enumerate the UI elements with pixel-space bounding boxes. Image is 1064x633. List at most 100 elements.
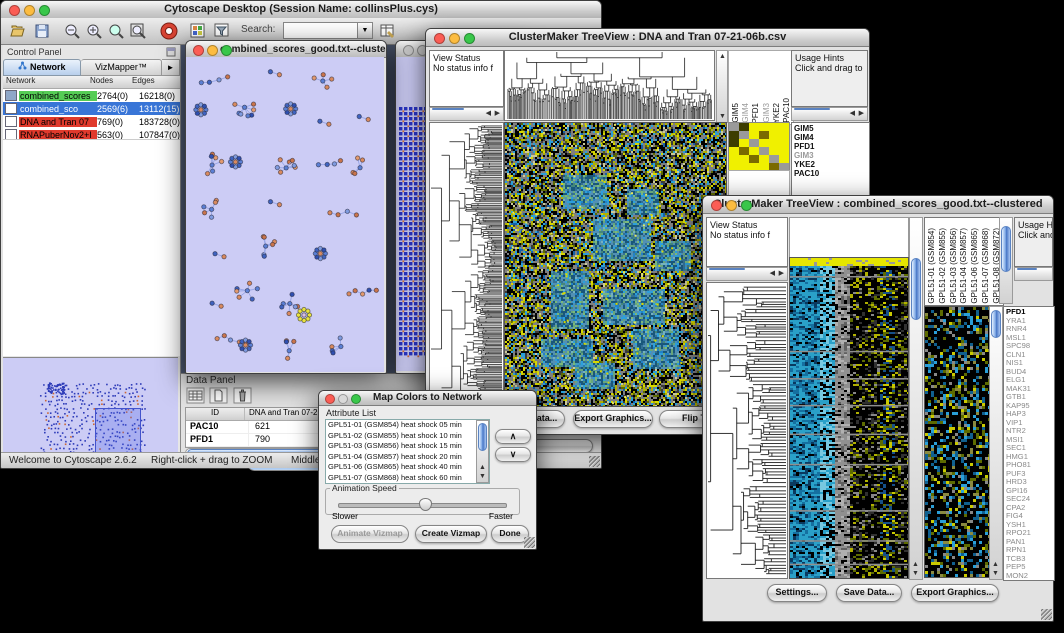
usage-hints-hscroll-2[interactable] (1014, 267, 1053, 281)
gene-dendrogram-2[interactable] (706, 282, 788, 579)
matrix-cell (739, 123, 749, 131)
dialog-title: Map Colors to Network (373, 392, 482, 403)
network-list-row[interactable]: DNA and Tran 07769(0)183728(0) (3, 115, 180, 128)
gene-label[interactable]: GIM3 (794, 151, 869, 160)
heatmap-main-1[interactable] (504, 122, 727, 407)
close-icon[interactable] (434, 33, 445, 44)
move-down-button[interactable]: ∨ (495, 447, 531, 462)
treeview-combined-titlebar[interactable]: ClusterMaker TreeView : combined_scores_… (703, 196, 1053, 214)
create-vizmap-button[interactable]: Create Vizmap (415, 525, 487, 543)
minimize-icon[interactable] (449, 33, 460, 44)
attribute-list-item[interactable]: GPL51-06 (GSM865) heat shock 40 min (328, 462, 489, 473)
col-header-id[interactable]: ID (186, 408, 245, 420)
view-status-hscroll-2[interactable]: ◀▶ (706, 267, 788, 281)
attribute-list[interactable]: GPL51-01 (GSM854) heat shock 05 minGPL51… (325, 419, 490, 484)
gene-label[interactable]: MON2 (1006, 572, 1054, 581)
usage-hints-hscroll[interactable]: ◀▶ (791, 107, 868, 121)
matrix-cell (749, 131, 759, 139)
zoom-out-icon[interactable] (63, 22, 81, 40)
speed-slider-thumb[interactable] (419, 498, 432, 511)
close-icon[interactable] (9, 5, 20, 16)
minimize-icon[interactable] (726, 200, 737, 211)
attribute-list-item[interactable]: GPL51-02 (GSM855) heat shock 10 min (328, 431, 489, 442)
heatmap-main-2[interactable] (789, 257, 909, 579)
close-icon[interactable] (193, 45, 204, 56)
cell-id: PFD1 (186, 434, 249, 446)
close-icon[interactable] (711, 200, 722, 211)
animate-vizmap-button[interactable]: Animate Vizmap (331, 525, 409, 543)
tab-network[interactable]: Network (3, 59, 81, 76)
network-nodes-count: 769(0) (97, 117, 139, 127)
data-panel-hscroll-right[interactable] (531, 439, 593, 453)
zoom-selected-icon[interactable] (107, 22, 125, 40)
new-attribute-icon[interactable] (209, 387, 228, 404)
export-graphics-button-2[interactable]: Export Graphics... (911, 584, 999, 602)
resize-grip[interactable] (589, 456, 600, 467)
network-overview[interactable] (3, 357, 178, 460)
export-graphics-button[interactable]: Export Graphics... (573, 410, 653, 428)
zoom-window-icon[interactable] (221, 45, 232, 56)
save-data-button-2[interactable]: Save Data... (836, 584, 902, 602)
attribute-list-item[interactable]: GPL51-07 (GSM868) heat shock 60 min (328, 473, 489, 484)
summary-matrix[interactable] (728, 122, 790, 172)
float-panel-icon[interactable] (166, 47, 176, 57)
save-session-icon[interactable] (33, 22, 51, 40)
minimize-icon[interactable] (24, 5, 35, 16)
select-attributes-icon[interactable] (186, 387, 205, 404)
minimize-icon[interactable] (207, 45, 218, 56)
attribute-list-item[interactable]: GPL51-01 (GSM854) heat shock 05 min (328, 420, 489, 431)
zoom-window-icon[interactable] (39, 5, 50, 16)
zoom-window-icon[interactable] (464, 33, 475, 44)
treeview-resize-grip[interactable] (1041, 609, 1052, 620)
network-canvas[interactable] (186, 57, 384, 372)
slower-label: Slower (332, 511, 358, 521)
view-status-hscroll[interactable]: ◀▶ (429, 107, 504, 121)
settings-button[interactable]: Settings... (767, 584, 827, 602)
gene-label[interactable]: YKE2 (794, 160, 869, 169)
zoom-window-icon[interactable] (741, 200, 752, 211)
column-label: GPL51-03 (GSM856) (949, 228, 958, 304)
matrix-cell (739, 139, 749, 147)
table-icon[interactable] (379, 22, 397, 40)
matrix-cell (779, 139, 789, 147)
help-lifering-icon[interactable] (159, 21, 179, 41)
tab-vizmapper[interactable]: VizMapper™ (81, 59, 162, 76)
gene-label[interactable]: GIM5 (794, 124, 869, 133)
open-file-icon[interactable] (9, 22, 27, 40)
gene-dendrogram-1[interactable] (429, 122, 504, 433)
usage-hints-panel-2: Usage HintsClick and drag to (1014, 217, 1053, 267)
gene-label[interactable]: PAC10 (794, 169, 869, 178)
attribute-list-vscroll[interactable]: ▲▼ (476, 420, 489, 483)
zoom-fit-icon[interactable] (129, 22, 147, 40)
gene-label[interactable]: GIM4 (794, 133, 869, 142)
close-icon[interactable] (325, 394, 335, 404)
network-view-titlebar[interactable]: combined_scores_good.txt--cluste... (186, 41, 386, 58)
zoom-window-icon[interactable] (351, 394, 361, 404)
attribute-list-item[interactable]: GPL51-03 (GSM856) heat shock 15 min (328, 441, 489, 452)
close-icon[interactable] (403, 45, 414, 56)
heatmap-secondary-2[interactable] (924, 306, 990, 578)
tab-overflow-arrow-icon[interactable]: ► (162, 59, 180, 76)
gene-label[interactable]: PFD1 (794, 142, 869, 151)
vizmap-icon[interactable] (189, 22, 207, 40)
zoom-in-icon[interactable] (85, 22, 103, 40)
search-dropdown-icon[interactable]: ▼ (357, 22, 373, 39)
filter-icon[interactable] (213, 22, 231, 40)
heatmap-vscroll-2[interactable]: ▲▼ (909, 217, 923, 580)
column-labels-vscroll[interactable] (999, 217, 1013, 304)
dialog-resize-grip[interactable] (524, 537, 535, 548)
main-titlebar[interactable]: Cytoscape Desktop (Session Name: collins… (1, 1, 601, 19)
network-list-row[interactable]: combined_scores2764(0)16218(0) (3, 89, 180, 102)
column-label: GPL51-02 (GSM855) (938, 228, 947, 304)
search-input[interactable] (283, 22, 361, 39)
delete-attribute-icon[interactable] (233, 387, 252, 404)
attribute-list-item[interactable]: GPL51-04 (GSM857) heat shock 20 min (328, 452, 489, 463)
minimize-icon[interactable] (338, 394, 348, 404)
array-dendrogram-1[interactable] (504, 50, 715, 121)
move-up-button[interactable]: ∧ (495, 429, 531, 444)
secondary-vscroll-2[interactable]: ▲▼ (989, 306, 1003, 580)
dialog-titlebar[interactable]: Map Colors to Network (319, 391, 536, 406)
array-vscroll-1[interactable]: ▲▼ (716, 50, 728, 123)
treeview-dna-titlebar[interactable]: ClusterMaker TreeView : DNA and Tran 07-… (426, 29, 869, 47)
network-list-row[interactable]: combined_sco2569(6)13112(15) (3, 102, 180, 115)
